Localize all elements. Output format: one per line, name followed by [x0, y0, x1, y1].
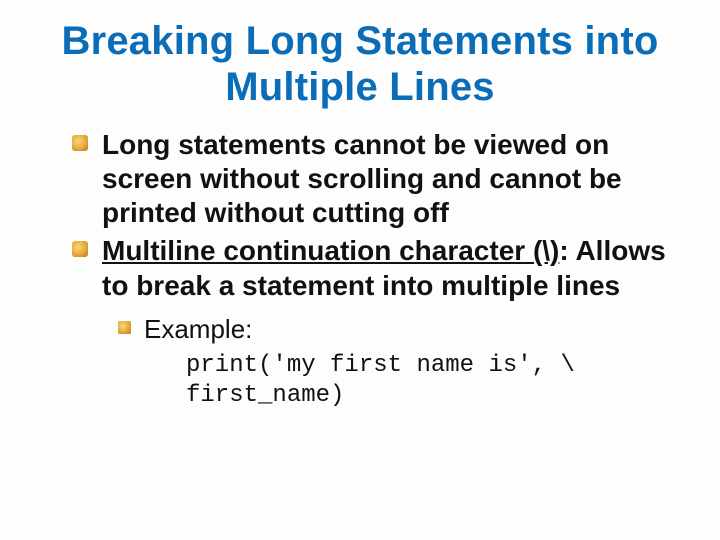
slide: Breaking Long Statements into Multiple L…: [0, 0, 720, 540]
bullet-text-1: Long statements cannot be viewed on scre…: [102, 129, 622, 228]
slide-title: Breaking Long Statements into Multiple L…: [40, 18, 680, 110]
bullet-list: Long statements cannot be viewed on scre…: [40, 128, 680, 411]
code-line-1: print('my first name is', \: [186, 351, 680, 381]
bullet-term-2: Multiline continuation character (\): [102, 235, 559, 266]
bullet-item-1: Long statements cannot be viewed on scre…: [102, 128, 680, 230]
sub-bullet-text-1: Example:: [144, 314, 252, 344]
code-line-2: first_name): [186, 381, 680, 411]
sub-bullet-list: Example:: [102, 313, 680, 346]
bullet-item-2: Multiline continuation character (\): Al…: [102, 234, 680, 411]
sub-bullet-item-1: Example:: [144, 313, 680, 346]
code-block: print('my first name is', \ first_name): [186, 351, 680, 411]
